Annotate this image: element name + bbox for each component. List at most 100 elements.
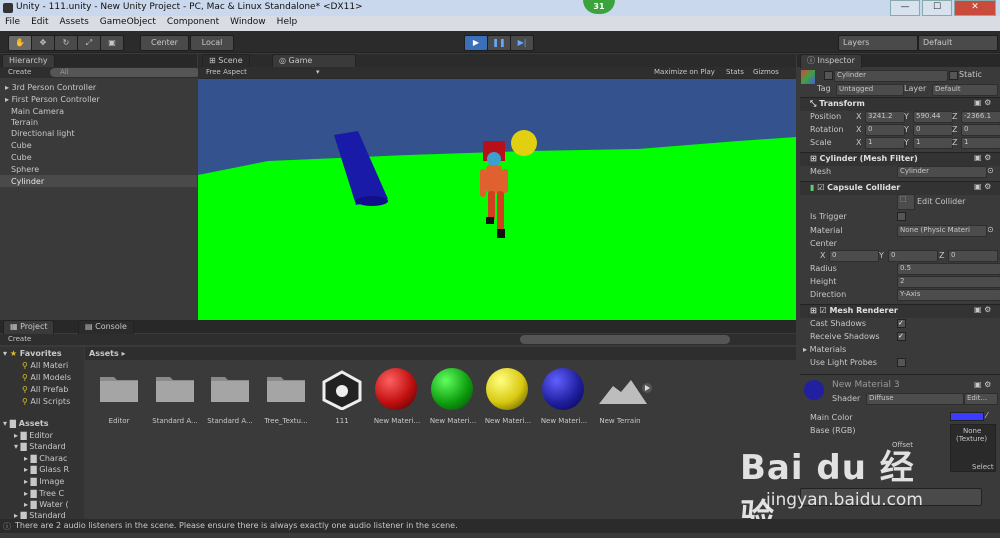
- aspect-dropdown-arrow-icon[interactable]: ▾: [316, 68, 320, 76]
- game-viewport[interactable]: [198, 79, 796, 320]
- receive-shadows-checkbox[interactable]: ✓: [897, 332, 906, 341]
- menu-gameobject[interactable]: GameObject: [95, 16, 162, 31]
- static-checkbox[interactable]: [949, 71, 958, 80]
- edit-collider-icon[interactable]: ⬚: [897, 194, 915, 210]
- project-create-button[interactable]: Create: [8, 335, 31, 343]
- is-trigger-checkbox[interactable]: [897, 212, 906, 221]
- radius-field[interactable]: 0.5: [897, 263, 1000, 275]
- rotate-tool-icon[interactable]: ↻: [54, 35, 78, 51]
- project-search-input[interactable]: [520, 335, 730, 344]
- object-picker-icon[interactable]: ⊙: [987, 166, 994, 175]
- tab-console[interactable]: ▤ Console: [78, 320, 134, 334]
- hierarchy-item[interactable]: ▸ First Person Controller: [5, 95, 100, 104]
- hierarchy-item-selected[interactable]: Cylinder: [11, 177, 44, 186]
- tree-folder[interactable]: ▸ ▇ Water (: [24, 500, 69, 509]
- tag-dropdown[interactable]: Untagged: [836, 84, 904, 96]
- folder-icon[interactable]: [210, 372, 250, 402]
- gizmos-dropdown[interactable]: Gizmos: [753, 68, 779, 76]
- tree-folder[interactable]: ▸ ▇ Image: [24, 477, 64, 486]
- maximize-on-play-toggle[interactable]: Maximize on Play: [654, 68, 715, 76]
- texture-select-button[interactable]: Select: [972, 463, 994, 471]
- hierarchy-item[interactable]: Main Camera: [11, 107, 64, 116]
- hierarchy-item[interactable]: Cube: [11, 141, 32, 150]
- menu-help[interactable]: Help: [272, 16, 304, 31]
- active-checkbox[interactable]: [824, 71, 833, 80]
- hierarchy-search-input[interactable]: All: [50, 68, 200, 77]
- component-settings-icon[interactable]: ▣ ⚙: [974, 182, 991, 191]
- stats-toggle[interactable]: Stats: [726, 68, 744, 76]
- folder-icon[interactable]: [155, 372, 195, 402]
- tree-folder[interactable]: ▾ ▇ Standard: [14, 442, 66, 451]
- rect-tool-icon[interactable]: ▣: [100, 35, 124, 51]
- scale-y-field[interactable]: 1: [913, 137, 953, 149]
- light-probes-checkbox[interactable]: [897, 358, 906, 367]
- center-y-field[interactable]: 0: [888, 250, 938, 262]
- favorite-item[interactable]: ⚲ All Models: [22, 373, 71, 382]
- folder-icon[interactable]: [266, 372, 306, 402]
- eyedropper-icon[interactable]: ⁄: [986, 411, 987, 420]
- folder-icon[interactable]: [99, 372, 139, 402]
- terrain-icon[interactable]: [597, 378, 653, 406]
- center-z-field[interactable]: 0: [948, 250, 998, 262]
- step-icon[interactable]: ▶|: [510, 35, 534, 51]
- hierarchy-item[interactable]: Directional light: [11, 129, 75, 138]
- layer-dropdown[interactable]: Default: [932, 84, 998, 96]
- assets-root[interactable]: ▾ ▇ Assets: [3, 419, 48, 428]
- tree-folder[interactable]: ▸ ▇ Glass R: [24, 465, 69, 474]
- material-green-icon[interactable]: [431, 368, 473, 410]
- hierarchy-item[interactable]: Terrain: [11, 118, 38, 127]
- material-settings-icon[interactable]: ▣ ⚙: [974, 380, 991, 389]
- notification-badge[interactable]: 31: [583, 0, 615, 14]
- close-button[interactable]: ✕: [954, 0, 996, 16]
- rotation-x-field[interactable]: 0: [865, 124, 905, 136]
- menu-window[interactable]: Window: [225, 16, 272, 31]
- component-settings-icon[interactable]: ▣ ⚙: [974, 153, 991, 162]
- scale-z-field[interactable]: 1: [961, 137, 1000, 149]
- material-red-icon[interactable]: [375, 368, 417, 410]
- favorites-header[interactable]: ▾ ★ Favorites: [3, 349, 62, 358]
- layers-dropdown[interactable]: Layers: [838, 35, 918, 51]
- hierarchy-item[interactable]: Cube: [11, 153, 32, 162]
- hand-tool-icon[interactable]: ✋: [8, 35, 32, 51]
- shader-edit-button[interactable]: Edit...: [964, 393, 998, 405]
- center-x-field[interactable]: 0: [829, 250, 879, 262]
- direction-dropdown[interactable]: Y-Axis: [897, 289, 1000, 301]
- aspect-dropdown[interactable]: Free Aspect: [206, 68, 247, 76]
- hierarchy-item[interactable]: ▸ 3rd Person Controller: [5, 83, 96, 92]
- object-picker-icon[interactable]: ⊙: [987, 225, 994, 234]
- menu-assets[interactable]: Assets: [55, 16, 95, 31]
- height-field[interactable]: 2: [897, 276, 1000, 288]
- favorite-item[interactable]: ⚲ All Prefab: [22, 385, 68, 394]
- favorite-item[interactable]: ⚲ All Scripts: [22, 397, 70, 406]
- move-tool-icon[interactable]: ✥: [31, 35, 55, 51]
- mesh-field[interactable]: Cylinder: [897, 166, 987, 178]
- scale-x-field[interactable]: 1: [865, 137, 905, 149]
- favorite-item[interactable]: ⚲ All Materi: [22, 361, 68, 370]
- unity-scene-icon[interactable]: [320, 370, 364, 410]
- physic-material-field[interactable]: None (Physic Materi: [897, 225, 987, 237]
- layout-dropdown[interactable]: Default: [918, 35, 998, 51]
- position-y-field[interactable]: 590.44: [913, 111, 953, 123]
- main-color-swatch[interactable]: [950, 412, 984, 421]
- tab-scene[interactable]: ⊞ Scene: [202, 54, 250, 68]
- tab-hierarchy[interactable]: Hierarchy: [2, 54, 55, 68]
- tab-inspector[interactable]: ⓘ Inspector: [800, 54, 862, 68]
- component-settings-icon[interactable]: ▣ ⚙: [974, 98, 991, 107]
- scale-tool-icon[interactable]: ⤢: [77, 35, 101, 51]
- play-icon[interactable]: ▶: [464, 35, 488, 51]
- assets-breadcrumb[interactable]: Assets ▸: [89, 349, 126, 358]
- materials-foldout[interactable]: ▸ Materials: [803, 345, 846, 354]
- component-settings-icon[interactable]: ▣ ⚙: [974, 305, 991, 314]
- material-yellow-icon[interactable]: [486, 368, 528, 410]
- tab-game[interactable]: ◎ Game: [272, 54, 356, 68]
- hierarchy-item[interactable]: Sphere: [11, 165, 39, 174]
- rotation-z-field[interactable]: 0: [961, 124, 1000, 136]
- pause-icon[interactable]: ❚❚: [487, 35, 511, 51]
- menu-file[interactable]: File: [0, 16, 26, 31]
- status-message[interactable]: There are 2 audio listeners in the scene…: [15, 521, 458, 530]
- menu-edit[interactable]: Edit: [26, 16, 54, 31]
- menu-component[interactable]: Component: [162, 16, 225, 31]
- pivot-center-button[interactable]: Center: [140, 35, 189, 51]
- object-name-field[interactable]: Cylinder: [834, 70, 948, 82]
- tree-folder[interactable]: ▸ ▇ Editor: [14, 431, 53, 440]
